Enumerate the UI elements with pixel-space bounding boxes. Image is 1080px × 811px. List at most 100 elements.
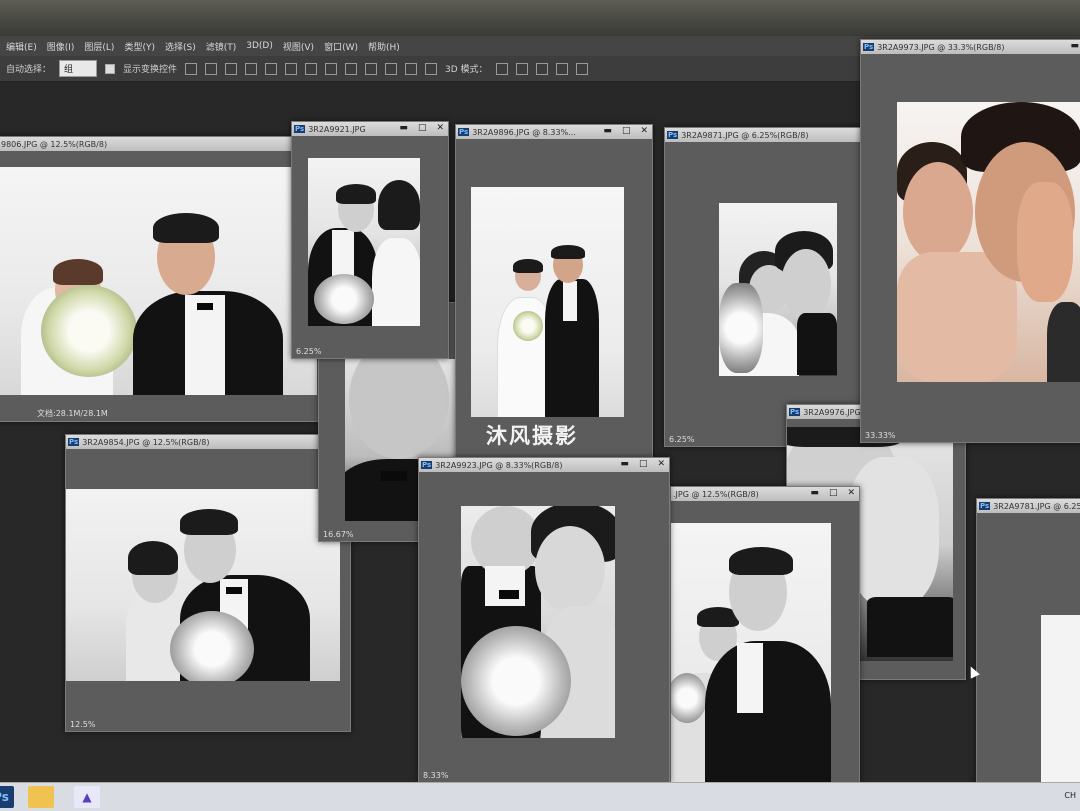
align-top-icon[interactable]	[185, 62, 198, 75]
window-titlebar[interactable]: Ps3R2A9854.JPG @ 12.5%(RGB/8) ▬	[66, 435, 350, 449]
window-title: 3R2A9854.JPG @ 12.5%(RGB/8)	[82, 437, 210, 447]
app-taskbar-icon[interactable]: ▲	[74, 786, 100, 808]
doc-window-9871[interactable]: Ps 3R2A9871.JPG @ 6.25%(RGB/8) 6.25%	[664, 127, 864, 447]
distribute-top-icon[interactable]	[305, 62, 318, 75]
window-title: 3R2A9973.JPG @ 33.3%(RGB/8)	[877, 42, 1005, 52]
color-wedding-photo	[897, 102, 1080, 382]
menu-edit[interactable]: 编辑(E)	[6, 40, 37, 53]
photo-canvas	[1041, 615, 1080, 789]
distribute-bottom-icon[interactable]	[345, 62, 358, 75]
minimize-icon[interactable]: ▬	[1070, 41, 1079, 51]
minimize-icon[interactable]: ▬	[620, 459, 629, 469]
align-middle-icon[interactable]	[205, 62, 218, 75]
folder-taskbar-icon[interactable]	[28, 786, 54, 808]
window-titlebar[interactable]: 9806.JPG @ 12.5%(RGB/8) ▬	[0, 137, 341, 151]
photo-canvas	[461, 506, 615, 738]
window-title: 3R2A9896.JPG @ 8.33%...	[472, 127, 576, 137]
menu-view[interactable]: 视图(V)	[283, 40, 314, 53]
window-titlebar[interactable]: Ps 3R2A9781.JPG @ 6.25%	[977, 499, 1080, 513]
photo-canvas	[0, 167, 317, 395]
close-icon[interactable]: ✕	[657, 459, 665, 469]
window-titlebar[interactable]: .JPG @ 12.5%(RGB/8) ▬ □ ✕	[671, 487, 859, 501]
restore-icon[interactable]: □	[622, 126, 631, 136]
distribute-right-icon[interactable]	[405, 62, 418, 75]
show-transform-checkbox[interactable]	[105, 63, 116, 74]
monitor-bezel	[0, 0, 1080, 36]
ps-icon: Ps	[458, 128, 470, 136]
ps-icon: Ps	[789, 408, 801, 416]
3d-slide-icon[interactable]	[555, 62, 568, 75]
3d-drag-icon[interactable]	[535, 62, 548, 75]
minimize-icon[interactable]: ▬	[603, 126, 612, 136]
minimize-icon[interactable]: ▬	[399, 123, 408, 133]
taskbar: Ps ▲ CH	[0, 782, 1080, 811]
wedding-photo	[308, 158, 420, 326]
menu-image[interactable]: 图像(I)	[47, 40, 75, 53]
brand-watermark: 沐风摄影	[486, 424, 578, 448]
window-title: 9806.JPG @ 12.5%(RGB/8)	[1, 139, 108, 149]
photo-canvas	[897, 102, 1080, 382]
zoom-status: 8.33%	[423, 771, 449, 780]
align-center-icon[interactable]	[265, 62, 278, 75]
ps-icon: Ps	[863, 43, 875, 51]
zoom-status: 33.33%	[865, 431, 896, 440]
menu-layer[interactable]: 图层(L)	[84, 40, 114, 53]
restore-icon[interactable]: □	[639, 459, 648, 469]
3d-roll-icon[interactable]	[515, 62, 528, 75]
window-titlebar[interactable]: Ps 3R2A9923.JPG @ 8.33%(RGB/8) ▬ □ ✕	[419, 458, 669, 472]
doc-window-9973[interactable]: Ps 3R2A9973.JPG @ 33.3%(RGB/8) ▬ 33.33%	[860, 39, 1080, 443]
wedding-photo	[66, 489, 340, 681]
doc-window-9854[interactable]: Ps3R2A9854.JPG @ 12.5%(RGB/8) ▬ 12.5%	[65, 434, 351, 732]
restore-icon[interactable]: □	[829, 488, 838, 498]
wedding-photo	[461, 506, 615, 738]
window-title: 3R2A9871.JPG @ 6.25%(RGB/8)	[681, 130, 809, 140]
auto-select-dropdown[interactable]: 组	[59, 60, 98, 77]
close-icon[interactable]: ✕	[436, 123, 444, 133]
photo-canvas	[66, 489, 340, 681]
wedding-photo	[1041, 615, 1080, 789]
wedding-photo	[471, 187, 624, 417]
auto-select-label: 自动选择：	[6, 65, 52, 75]
photo-canvas	[308, 158, 420, 326]
distribute-left-icon[interactable]	[365, 62, 378, 75]
doc-window-9781[interactable]: Ps 3R2A9781.JPG @ 6.25%	[976, 498, 1080, 790]
window-title: .JPG @ 12.5%(RGB/8)	[673, 489, 759, 499]
menu-type[interactable]: 类型(Y)	[124, 40, 155, 53]
close-icon[interactable]: ✕	[847, 488, 855, 498]
wedding-photo	[0, 167, 317, 395]
align-right-icon[interactable]	[285, 62, 298, 75]
menu-3d[interactable]: 3D(D)	[246, 41, 273, 51]
photoshop-taskbar-icon[interactable]: Ps	[0, 786, 14, 808]
window-title: 3R2A9923.JPG @ 8.33%(RGB/8)	[435, 460, 563, 470]
3d-scale-icon[interactable]	[575, 62, 588, 75]
distribute-center-icon[interactable]	[385, 62, 398, 75]
distribute-middle-icon[interactable]	[325, 62, 338, 75]
window-titlebar[interactable]: Ps 3R2A9921.JPG ▬ □ ✕	[292, 122, 448, 136]
ps-icon: Ps	[68, 438, 80, 446]
menu-select[interactable]: 选择(S)	[165, 40, 196, 53]
ps-icon: Ps	[294, 125, 306, 133]
menu-filter[interactable]: 滤镜(T)	[206, 40, 237, 53]
3d-rotate-icon[interactable]	[495, 62, 508, 75]
window-titlebar[interactable]: Ps 3R2A9973.JPG @ 33.3%(RGB/8) ▬	[861, 40, 1080, 54]
window-title: 3R2A9781.JPG @ 6.25%	[993, 501, 1080, 511]
doc-window-9923[interactable]: Ps 3R2A9923.JPG @ 8.33%(RGB/8) ▬ □ ✕ 8.33%	[418, 457, 670, 783]
restore-icon[interactable]: □	[418, 123, 427, 133]
doc-window-9896[interactable]: Ps 3R2A9896.JPG @ 8.33%... ▬ □ ✕	[455, 124, 653, 462]
doc-window-9921[interactable]: Ps 3R2A9921.JPG ▬ □ ✕ 6.25%	[291, 121, 449, 359]
align-left-icon[interactable]	[245, 62, 258, 75]
zoom-status: 12.5%	[70, 720, 96, 729]
close-icon[interactable]: ✕	[640, 126, 648, 136]
window-titlebar[interactable]: Ps 3R2A9871.JPG @ 6.25%(RGB/8)	[665, 128, 863, 142]
zoom-status: 6.25%	[296, 347, 322, 356]
align-bottom-icon[interactable]	[225, 62, 238, 75]
menu-window[interactable]: 窗口(W)	[324, 40, 358, 53]
photo-canvas	[671, 523, 831, 787]
input-method-indicator[interactable]: CH	[1064, 791, 1076, 800]
doc-window-12-5[interactable]: .JPG @ 12.5%(RGB/8) ▬ □ ✕	[670, 486, 860, 788]
auto-align-icon[interactable]	[425, 62, 438, 75]
window-titlebar[interactable]: Ps 3R2A9896.JPG @ 8.33%... ▬ □ ✕	[456, 125, 652, 139]
doc-size-status: 文档:28.1M/28.1M	[37, 409, 108, 418]
menu-help[interactable]: 帮助(H)	[368, 40, 400, 53]
minimize-icon[interactable]: ▬	[810, 488, 819, 498]
